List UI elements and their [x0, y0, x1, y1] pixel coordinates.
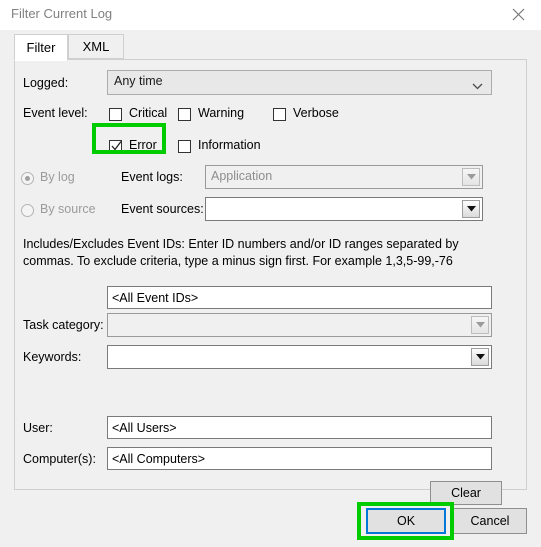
tab-strip: Filter XML: [14, 34, 527, 61]
caret-down-icon[interactable]: [462, 168, 480, 186]
clear-button[interactable]: Clear: [430, 481, 502, 505]
event-level-label: Event level:: [23, 106, 88, 120]
tab-filter-label: Filter: [26, 40, 56, 55]
error-checkbox-box: [109, 140, 122, 153]
verbose-checkbox-box: [273, 108, 286, 121]
chevron-down-icon: [472, 79, 483, 93]
event-logs-value: Application: [211, 169, 273, 183]
close-icon[interactable]: [495, 0, 541, 29]
caret-down-icon[interactable]: [471, 348, 489, 366]
dialog-body: Filter XML Logged: Any time Event level:…: [0, 30, 541, 547]
error-checkbox-label: Error: [129, 138, 157, 152]
event-logs-label: Event logs:: [121, 170, 183, 184]
keywords-label: Keywords:: [23, 350, 82, 364]
cancel-button-label: Cancel: [470, 514, 510, 528]
task-category-combobox[interactable]: [107, 313, 492, 337]
critical-checkbox-label: Critical: [129, 106, 168, 120]
logged-label: Logged:: [23, 76, 69, 90]
by-source-radio-label: By source: [40, 202, 96, 216]
event-ids-help-text: Includes/Excludes Event IDs: Enter ID nu…: [23, 237, 459, 268]
by-source-radio-circle: [21, 204, 34, 217]
information-checkbox-box: [178, 140, 191, 153]
checkmark-icon: [111, 141, 122, 155]
event-ids-input[interactable]: <All Event IDs>: [107, 286, 492, 309]
user-input[interactable]: <All Users>: [107, 416, 492, 439]
event-logs-combobox[interactable]: Application: [205, 165, 483, 189]
warning-checkbox-label: Warning: [198, 106, 245, 120]
task-category-label: Task category:: [23, 318, 104, 332]
by-log-radio-label: By log: [40, 170, 75, 184]
keywords-combobox[interactable]: [107, 345, 492, 369]
user-label: User:: [23, 421, 53, 435]
ok-button[interactable]: OK: [366, 508, 446, 534]
verbose-checkbox-label: Verbose: [293, 106, 339, 120]
event-sources-combobox[interactable]: [205, 197, 483, 221]
caret-down-icon[interactable]: [462, 200, 480, 218]
logged-combobox[interactable]: Any time: [107, 70, 492, 95]
clear-button-label: Clear: [451, 486, 481, 500]
warning-checkbox-box: [178, 108, 191, 121]
close-glyph: [512, 8, 524, 21]
filter-tab-panel: Logged: Any time Event level: Critical W…: [14, 59, 527, 505]
caret-down-icon[interactable]: [471, 316, 489, 334]
computers-input[interactable]: <All Computers>: [107, 447, 492, 470]
tab-xml[interactable]: XML: [68, 34, 124, 59]
title-bar: Filter Current Log: [0, 0, 541, 31]
information-checkbox-label: Information: [198, 138, 261, 152]
ok-button-label: OK: [396, 514, 416, 528]
cancel-button[interactable]: Cancel: [453, 508, 527, 534]
tab-filter[interactable]: Filter: [14, 34, 68, 61]
by-log-radio-circle: [21, 172, 34, 185]
by-log-radio-dot: [25, 176, 30, 181]
logged-value: Any time: [114, 74, 163, 88]
event-sources-label: Event sources:: [121, 202, 204, 216]
tab-xml-label: XML: [82, 39, 110, 54]
computers-label: Computer(s):: [23, 452, 96, 466]
window-title: Filter Current Log: [11, 6, 113, 21]
critical-checkbox-box: [109, 108, 122, 121]
